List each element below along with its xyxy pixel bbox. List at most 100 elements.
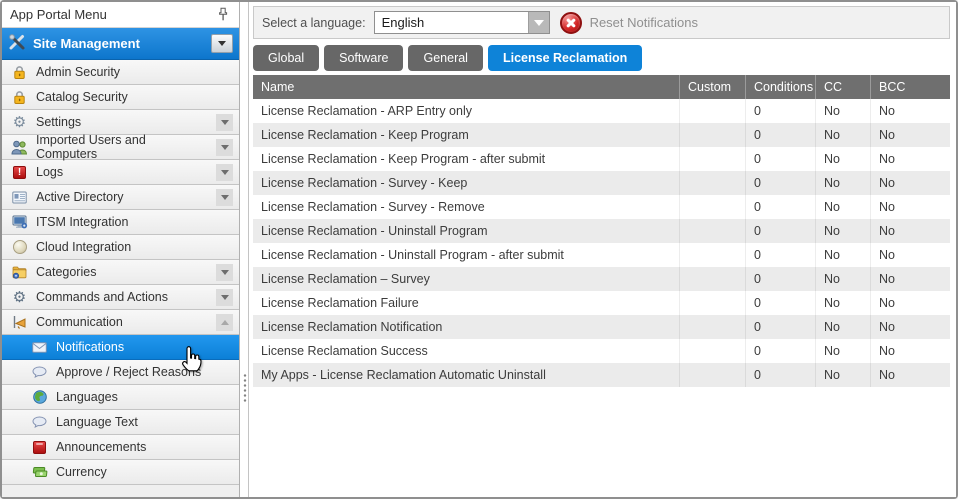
table-row[interactable]: License Reclamation Notification0NoNo: [253, 315, 950, 339]
combo-arrow-button[interactable]: [528, 12, 549, 33]
speech-bubble-icon: [30, 364, 49, 381]
cell-name: License Reclamation - Uninstall Program …: [253, 243, 679, 267]
sidebar-item-label: Approve / Reject Reasons: [56, 365, 201, 379]
collapse-arrow-button[interactable]: [216, 314, 233, 331]
gear-icon: ⚙: [10, 114, 29, 131]
cell-name: License Reclamation - ARP Entry only: [253, 99, 679, 123]
tab-license-reclamation[interactable]: License Reclamation: [488, 45, 642, 71]
collapse-arrow-button[interactable]: [211, 34, 233, 53]
cell-bcc: No: [870, 123, 950, 147]
tab-general[interactable]: General: [408, 45, 482, 71]
table-row[interactable]: License Reclamation Success0NoNo: [253, 339, 950, 363]
table-row[interactable]: License Reclamation - Survey - Remove0No…: [253, 195, 950, 219]
sidebar-item-label: Admin Security: [36, 65, 120, 79]
cell-cc: No: [815, 267, 870, 291]
pin-icon: [217, 7, 229, 22]
sidebar-item-label: Active Directory: [36, 190, 124, 204]
users-icon: [10, 139, 29, 156]
expand-arrow-button[interactable]: [216, 189, 233, 206]
cell-bcc: No: [870, 219, 950, 243]
sidebar-item-active-directory[interactable]: Active Directory: [2, 185, 239, 210]
sidebar-item-announcements[interactable]: Announcements: [2, 435, 239, 460]
column-header-custom[interactable]: Custom: [679, 75, 745, 99]
column-header-conditions[interactable]: Conditions: [745, 75, 815, 99]
cell-name: License Reclamation - Keep Program - aft…: [253, 147, 679, 171]
tab-software[interactable]: Software: [324, 45, 403, 71]
cell-conditions: 0: [745, 291, 815, 315]
table-row[interactable]: License Reclamation - Keep Program0NoNo: [253, 123, 950, 147]
chevron-down-icon: [221, 170, 229, 175]
sidebar-item-language-text[interactable]: Language Text: [2, 410, 239, 435]
language-label: Select a language:: [262, 16, 366, 30]
expand-arrow-button[interactable]: [216, 289, 233, 306]
id-card-icon: [10, 189, 29, 206]
sidebar-item-settings[interactable]: ⚙ Settings: [2, 110, 239, 135]
cell-name: License Reclamation - Survey - Keep: [253, 171, 679, 195]
chevron-up-icon: [221, 320, 229, 325]
sidebar-item-cloud-integration[interactable]: Cloud Integration: [2, 235, 239, 260]
sidebar-item-categories[interactable]: Categories: [2, 260, 239, 285]
table-row[interactable]: License Reclamation - Keep Program - aft…: [253, 147, 950, 171]
cell-conditions: 0: [745, 219, 815, 243]
notification-tabs: Global Software General License Reclamat…: [253, 45, 642, 71]
sidebar-item-logs[interactable]: ! Logs: [2, 160, 239, 185]
sidebar-item-currency[interactable]: Currency: [2, 460, 239, 485]
column-header-bcc[interactable]: BCC: [870, 75, 950, 99]
language-selected-value: English: [375, 15, 528, 30]
expand-arrow-button[interactable]: [216, 164, 233, 181]
reset-notifications-label: Reset Notifications: [590, 15, 698, 30]
sidebar-item-itsm-integration[interactable]: ITSM Integration: [2, 210, 239, 235]
splitter-grip[interactable]: [243, 373, 247, 403]
sidebar-item-label: Communication: [36, 315, 123, 329]
column-header-name[interactable]: Name: [253, 75, 679, 99]
cell-name: License Reclamation - Uninstall Program: [253, 219, 679, 243]
cell-conditions: 0: [745, 99, 815, 123]
sidebar-item-languages[interactable]: Languages: [2, 385, 239, 410]
sidebar-item-commands-and-actions[interactable]: ⚙ Commands and Actions: [2, 285, 239, 310]
sidebar: App Portal Menu Site Management: [2, 2, 240, 497]
sidebar-item-communication[interactable]: Communication: [2, 310, 239, 335]
tab-global[interactable]: Global: [253, 45, 319, 71]
table-row[interactable]: License Reclamation - ARP Entry only0NoN…: [253, 99, 950, 123]
table-row[interactable]: License Reclamation – Survey0NoNo: [253, 267, 950, 291]
sidebar-title: App Portal Menu: [10, 7, 107, 22]
sidebar-header: App Portal Menu: [2, 2, 239, 28]
cell-cc: No: [815, 99, 870, 123]
table-row[interactable]: License Reclamation - Uninstall Program 0…: [253, 219, 950, 243]
expand-arrow-button[interactable]: [216, 139, 233, 156]
cell-bcc: No: [870, 171, 950, 195]
sidebar-item-approve-reject-reasons[interactable]: Approve / Reject Reasons: [2, 360, 239, 385]
sphere-icon: [10, 239, 29, 256]
language-select[interactable]: English: [374, 11, 550, 34]
cell-bcc: No: [870, 195, 950, 219]
app-window: App Portal Menu Site Management: [0, 0, 958, 499]
column-header-cc[interactable]: CC: [815, 75, 870, 99]
lock-icon: [10, 89, 29, 106]
cell-cc: No: [815, 195, 870, 219]
sidebar-item-admin-security[interactable]: Admin Security: [2, 60, 239, 85]
envelope-icon: [30, 339, 49, 356]
chevron-down-icon: [221, 120, 229, 125]
reset-notifications-button[interactable]: Reset Notifications: [560, 12, 698, 34]
cell-cc: No: [815, 339, 870, 363]
pin-button[interactable]: [215, 7, 231, 23]
table-row[interactable]: License Reclamation Failure0NoNo: [253, 291, 950, 315]
table-row[interactable]: License Reclamation - Survey - Keep0NoNo: [253, 171, 950, 195]
table-row[interactable]: My Apps - License Reclamation Automatic …: [253, 363, 950, 387]
sidebar-item-imported-users-and-computers[interactable]: Imported Users and Computers: [2, 135, 239, 160]
cell-cc: No: [815, 315, 870, 339]
table-body: License Reclamation - ARP Entry only0NoN…: [253, 99, 950, 387]
table-row[interactable]: License Reclamation - Uninstall Program …: [253, 243, 950, 267]
expand-arrow-button[interactable]: [216, 114, 233, 131]
cell-custom: [679, 219, 745, 243]
folder-gear-icon: [10, 264, 29, 281]
monitor-gear-icon: [10, 214, 29, 231]
cell-custom: [679, 315, 745, 339]
cell-name: License Reclamation Failure: [253, 291, 679, 315]
sidebar-item-notifications[interactable]: Notifications: [2, 335, 239, 360]
sidebar-item-catalog-security[interactable]: Catalog Security: [2, 85, 239, 110]
sidebar-splitter: [241, 2, 248, 497]
chevron-down-icon: [221, 195, 229, 200]
sidebar-item-site-management[interactable]: Site Management: [2, 28, 239, 60]
expand-arrow-button[interactable]: [216, 264, 233, 281]
